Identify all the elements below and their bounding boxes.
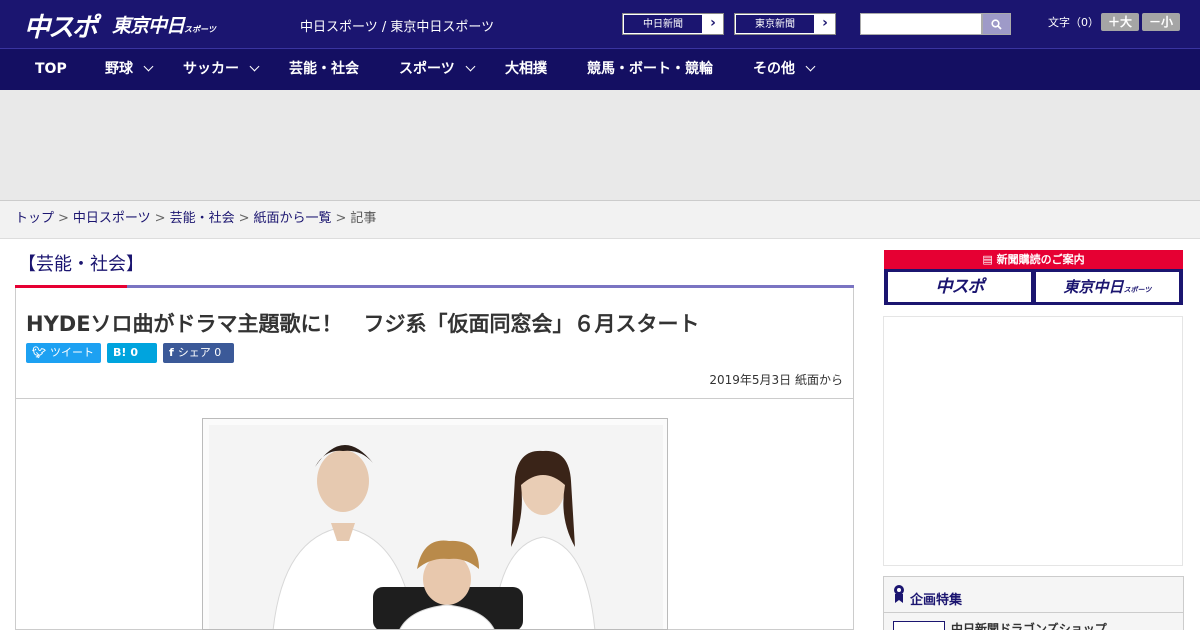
feature-item-link[interactable]: 中日新聞ドラゴンズショップ bbox=[951, 620, 1107, 630]
nav-label: スポーツ bbox=[399, 61, 455, 77]
facebook-share-label: シェア bbox=[177, 346, 211, 359]
nav-label: 大相撲 bbox=[505, 61, 547, 77]
hatena-bookmark-icon: B! bbox=[113, 346, 127, 359]
nav-label: サッカー bbox=[183, 61, 239, 77]
nav-label: 競馬・ボート・競輪 bbox=[587, 61, 713, 77]
breadcrumb-separator: > bbox=[58, 211, 69, 226]
sub-logo-2-text: 東京中日 bbox=[1063, 278, 1124, 296]
subscription-title: ▤ 新聞購読のご案内 bbox=[884, 250, 1183, 269]
tweet-button[interactable]: 🐦︎ ツイート bbox=[26, 343, 101, 363]
chevron-down-icon bbox=[249, 61, 260, 72]
chevron-right-icon: › bbox=[822, 15, 828, 31]
ribbon-icon bbox=[894, 585, 904, 603]
sub-logo-2-sub: スポーツ bbox=[1123, 286, 1152, 294]
chevron-right-icon: › bbox=[710, 15, 716, 31]
ad-banner-area bbox=[0, 90, 1200, 200]
font-smaller-button[interactable]: －小 bbox=[1142, 13, 1180, 31]
breadcrumb-entertainment[interactable]: 芸能・社会 bbox=[170, 211, 235, 226]
tokyo-logo-text: 東京中日 bbox=[112, 15, 185, 37]
nav-label: その他 bbox=[753, 61, 795, 77]
article-photo[interactable] bbox=[202, 418, 668, 630]
font-larger-button[interactable]: ＋大 bbox=[1101, 13, 1139, 31]
feature-title: 企画特集 bbox=[910, 593, 963, 608]
sidebar-ad-slot bbox=[883, 316, 1183, 566]
nav-item-top[interactable]: TOP bbox=[35, 49, 67, 90]
site-links[interactable]: 中日スポーツ / 東京中日スポーツ bbox=[300, 16, 494, 35]
subscribe-tokyo-chunichi[interactable]: 東京中日スポーツ bbox=[1036, 272, 1179, 302]
chunichi-shimbun-label: 中日新聞 bbox=[623, 14, 703, 34]
breadcrumb-separator: > bbox=[335, 211, 347, 226]
tokyo-logo-sub: スポーツ bbox=[184, 25, 216, 34]
facebook-icon: f bbox=[169, 346, 174, 359]
feature-divider bbox=[884, 612, 1183, 613]
article-divider bbox=[16, 398, 853, 399]
twitter-bird-icon: 🐦︎ bbox=[32, 346, 46, 359]
feature-thumbnail[interactable] bbox=[893, 621, 945, 630]
breadcrumb-paper-list[interactable]: 紙面から一覧 bbox=[254, 211, 332, 226]
category-heading: 【芸能・社会】 bbox=[18, 254, 144, 275]
nav-item-other[interactable]: その他 bbox=[753, 49, 816, 90]
article-headline: HYDEソロ曲がドラマ主題歌に！ フジ系「仮面同窓会」６月スタート bbox=[26, 312, 700, 336]
top-header: 中スポ 東京中日スポーツ 中日スポーツ / 東京中日スポーツ 中日新聞 › 東京… bbox=[0, 0, 1200, 48]
breadcrumb-current: 記事 bbox=[350, 211, 377, 226]
hatena-count: 0 bbox=[130, 346, 139, 359]
subscription-banner[interactable]: ▤ 新聞購読のご案内 中スポ 東京中日スポーツ bbox=[884, 250, 1183, 305]
font-size-label: 文字（0） bbox=[1048, 16, 1099, 29]
newspaper-icon: ▤ bbox=[982, 253, 993, 266]
chevron-down-icon bbox=[465, 61, 476, 72]
main-nav: TOP 野球 サッカー 芸能・社会 スポーツ 大相撲 競馬・ボート・競輪 その他 bbox=[0, 48, 1200, 90]
chusupo-logo[interactable]: 中スポ bbox=[24, 7, 98, 44]
nav-label: 芸能・社会 bbox=[289, 61, 359, 77]
nav-item-entertainment[interactable]: 芸能・社会 bbox=[289, 49, 359, 90]
breadcrumb-separator: > bbox=[238, 211, 250, 226]
nav-item-baseball[interactable]: 野球 bbox=[105, 49, 154, 90]
breadcrumb-separator: > bbox=[154, 211, 166, 226]
chevron-down-icon bbox=[143, 61, 154, 72]
breadcrumb-top[interactable]: トップ bbox=[15, 211, 54, 226]
hatena-bookmark-button[interactable]: B! 0 bbox=[107, 343, 157, 363]
article-photo-image bbox=[203, 419, 667, 629]
breadcrumb-chunichi-sports[interactable]: 中日スポーツ bbox=[73, 211, 151, 226]
nav-item-soccer[interactable]: サッカー bbox=[183, 49, 260, 90]
tokyo-chunichi-logo[interactable]: 東京中日スポーツ bbox=[112, 11, 216, 38]
search-icon bbox=[991, 19, 1002, 30]
article-date: 2019年5月3日 紙面から bbox=[709, 373, 843, 387]
nav-item-racing[interactable]: 競馬・ボート・競輪 bbox=[587, 49, 713, 90]
nav-item-sumo[interactable]: 大相撲 bbox=[505, 49, 547, 90]
chunichi-shimbun-button[interactable]: 中日新聞 › bbox=[622, 13, 724, 35]
facebook-share-count: 0 bbox=[214, 346, 222, 359]
breadcrumb: トップ > 中日スポーツ > 芸能・社会 > 紙面から一覧 > 記事 bbox=[0, 200, 1200, 239]
nav-label: 野球 bbox=[105, 61, 133, 77]
search-input[interactable] bbox=[860, 13, 982, 35]
search-button[interactable] bbox=[982, 13, 1011, 35]
tokyo-shimbun-label: 東京新聞 bbox=[735, 14, 815, 34]
nav-label: TOP bbox=[35, 61, 67, 77]
facebook-share-button[interactable]: f シェア 0 bbox=[163, 343, 234, 363]
tweet-label: ツイート bbox=[49, 346, 94, 359]
chevron-down-icon bbox=[805, 61, 816, 72]
tokyo-shimbun-button[interactable]: 東京新聞 › bbox=[734, 13, 836, 35]
subscribe-chusupo[interactable]: 中スポ bbox=[888, 272, 1031, 302]
nav-item-sports[interactable]: スポーツ bbox=[399, 49, 476, 90]
subscription-title-text: 新聞購読のご案内 bbox=[996, 253, 1085, 266]
